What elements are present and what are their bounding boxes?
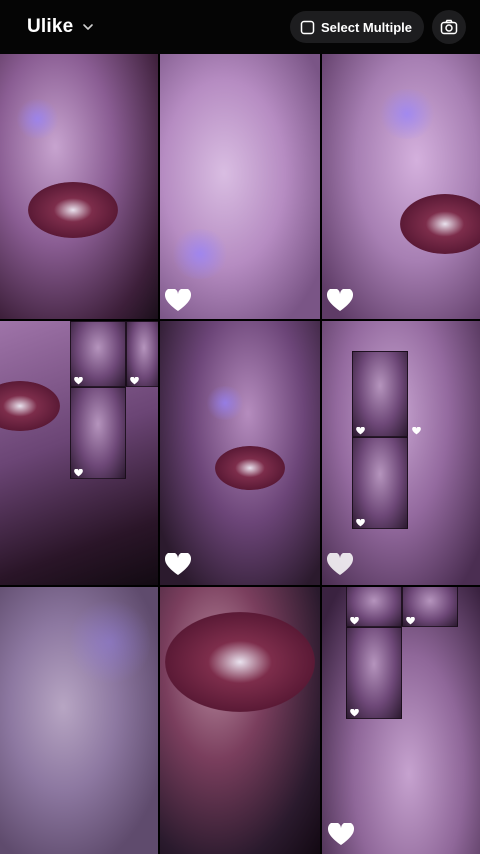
photo-content — [377, 89, 437, 139]
heart-icon — [74, 469, 83, 477]
photo-content — [28, 182, 118, 238]
heart-icon — [406, 617, 415, 625]
photo-thumbnail — [352, 351, 408, 437]
app-title[interactable]: Ulike — [27, 16, 73, 38]
select-multiple-label: Select Multiple — [320, 19, 412, 35]
heart-icon — [356, 519, 365, 527]
heart-icon — [327, 289, 353, 311]
photo-content — [0, 381, 60, 431]
chevron-down-icon[interactable] — [81, 20, 95, 34]
photo-tile[interactable] — [160, 587, 320, 854]
heart-icon — [327, 553, 353, 575]
photo-tile[interactable] — [0, 321, 158, 585]
heart-icon — [350, 617, 359, 625]
camera-button[interactable] — [432, 10, 466, 44]
photo-tile[interactable] — [322, 54, 480, 319]
heart-icon — [165, 553, 191, 575]
photo-tile[interactable] — [0, 54, 158, 319]
heart-icon — [412, 427, 421, 435]
heart-icon — [74, 377, 83, 385]
photo-thumbnail — [70, 387, 126, 479]
heart-icon — [350, 709, 359, 717]
photo-tile[interactable] — [322, 587, 480, 854]
photo-thumbnail — [352, 437, 408, 529]
photo-grid — [0, 54, 480, 854]
heart-icon — [130, 377, 139, 385]
photo-tile[interactable] — [0, 587, 158, 854]
photo-content — [400, 194, 480, 254]
square-select-icon — [300, 20, 315, 34]
photo-tile[interactable] — [322, 321, 480, 585]
heart-icon — [328, 823, 354, 845]
photo-tile[interactable] — [160, 54, 320, 319]
photo-content — [15, 99, 60, 139]
photo-content — [70, 597, 150, 687]
photo-content — [215, 446, 285, 490]
top-bar: Ulike Select Multiple — [0, 0, 480, 54]
camera-icon — [440, 19, 458, 35]
photo-tile[interactable] — [160, 321, 320, 585]
heart-icon — [165, 289, 191, 311]
select-multiple-button[interactable]: Select Multiple — [289, 11, 424, 43]
heart-icon — [356, 427, 365, 435]
photo-content — [170, 229, 230, 279]
photo-content — [205, 386, 245, 420]
photo-thumbnail — [346, 627, 402, 719]
photo-content — [165, 612, 315, 712]
